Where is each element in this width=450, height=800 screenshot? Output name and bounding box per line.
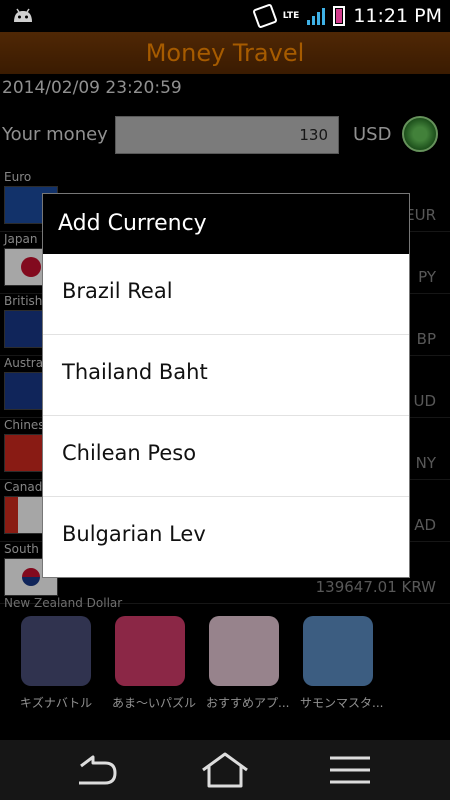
- dialog-title: Add Currency: [58, 211, 207, 236]
- android-icon: [14, 8, 32, 22]
- menu-icon[interactable]: [320, 750, 380, 790]
- currency-option[interactable]: Bulgarian Lev: [43, 497, 409, 577]
- vibrate-icon: [251, 3, 278, 29]
- home-icon[interactable]: [195, 750, 255, 790]
- currency-option[interactable]: Chilean Peso: [43, 416, 409, 497]
- dialog-header: Add Currency: [43, 194, 409, 254]
- status-time: 11:21 PM: [353, 5, 442, 27]
- option-label: Chilean Peso: [62, 441, 197, 465]
- battery-icon: [333, 6, 346, 26]
- add-currency-dialog: Add Currency Brazil Real Thailand Baht C…: [42, 193, 410, 578]
- signal-icon: [307, 7, 326, 25]
- option-label: Brazil Real: [62, 279, 173, 303]
- option-label: Bulgarian Lev: [62, 522, 206, 546]
- status-bar: LTE 11:21 PM: [0, 0, 450, 32]
- back-icon[interactable]: [67, 750, 127, 790]
- option-label: Thailand Baht: [62, 360, 208, 384]
- currency-option[interactable]: Brazil Real: [43, 254, 409, 335]
- lte-icon: LTE: [282, 10, 300, 21]
- currency-option[interactable]: Thailand Baht: [43, 335, 409, 416]
- navigation-bar: [0, 740, 450, 800]
